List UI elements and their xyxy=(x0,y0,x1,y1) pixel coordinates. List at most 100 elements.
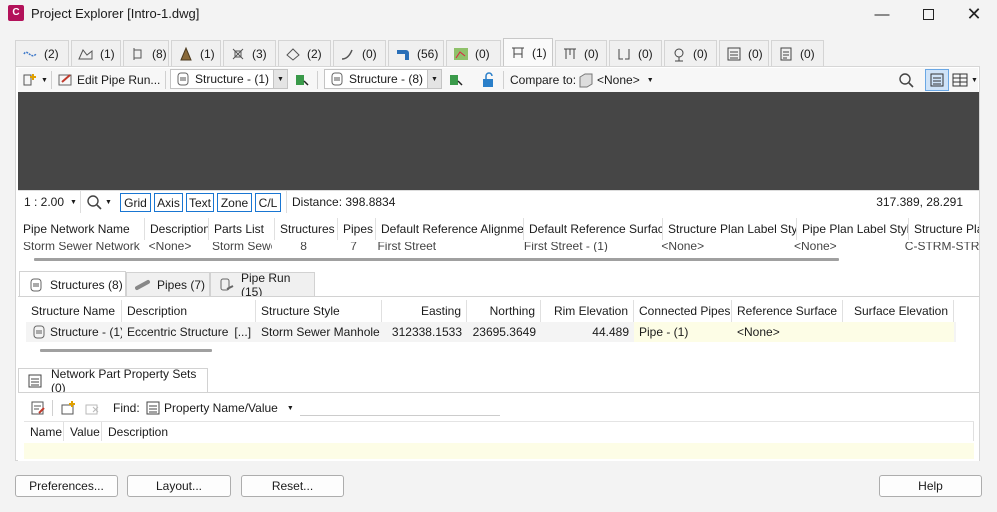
column-header[interactable]: Description xyxy=(102,422,974,441)
tab-corridor[interactable]: (1) xyxy=(171,40,221,66)
property-sets-tab[interactable]: Network Part Property Sets (0) xyxy=(18,367,208,395)
alignment-icon xyxy=(22,46,38,62)
table-cell: Storm Sewer xyxy=(212,242,272,252)
chevron-down-icon: ▼ xyxy=(286,404,294,412)
column-header[interactable]: Pipe Plan Label Style xyxy=(797,218,909,240)
minimize-button[interactable]: — xyxy=(859,0,905,28)
tab-feature-lines[interactable]: (3) xyxy=(223,40,276,66)
tab-survey[interactable]: (0) xyxy=(664,40,717,66)
tab-count: (8) xyxy=(152,46,167,61)
property-list-icon xyxy=(145,400,161,416)
grid-toggle[interactable]: Grid xyxy=(120,193,151,212)
table-cell: <None> xyxy=(732,322,843,342)
tab-pipe-network[interactable]: (1) xyxy=(503,38,553,66)
layout-button[interactable]: Layout... xyxy=(127,475,231,497)
tab-structure-network[interactable]: (0) xyxy=(555,40,607,66)
column-header[interactable]: Default Reference Surface xyxy=(524,218,663,240)
structure-select-a[interactable]: Structure - (1) ▼ xyxy=(170,69,288,89)
column-header[interactable]: Structure Plan Label Style xyxy=(663,218,797,240)
tab-profile[interactable]: (1) xyxy=(71,40,121,66)
column-header[interactable]: Default Reference Alignment xyxy=(376,218,524,240)
tab-pipe-run[interactable]: (0) xyxy=(609,40,662,66)
scale-dropdown[interactable]: 1 : 2.00 ▼ xyxy=(24,195,77,209)
tab-count: (1) xyxy=(532,45,547,60)
list-view-button[interactable] xyxy=(925,69,949,91)
tab-pipe[interactable]: (0) xyxy=(333,40,386,66)
column-header[interactable]: Parts List xyxy=(209,218,275,240)
pressure-network-icon xyxy=(395,46,411,62)
column-header[interactable]: Structure Name xyxy=(26,300,122,322)
unlock-icon xyxy=(480,72,496,88)
add-property-set-button[interactable] xyxy=(60,397,76,419)
column-header[interactable]: Structure Pla xyxy=(909,218,979,240)
tab-pipe-run[interactable]: Pipe Run (15) xyxy=(210,271,315,299)
close-button[interactable]: ✕ xyxy=(951,0,997,28)
structure-select-a-value: Structure - (1) xyxy=(195,72,270,86)
table-cell xyxy=(843,322,954,342)
column-header[interactable]: Structures xyxy=(275,218,338,240)
profile-viewer[interactable] xyxy=(18,92,979,190)
tab-list[interactable]: (0) xyxy=(719,40,769,66)
column-header[interactable]: Easting xyxy=(382,300,467,322)
structure-select-b[interactable]: Structure - (8) ▼ xyxy=(324,69,442,89)
column-header[interactable]: Description xyxy=(145,218,209,240)
zoom-to-structure-a-button[interactable] xyxy=(294,69,310,91)
preferences-button[interactable]: Preferences... xyxy=(15,475,118,497)
column-header[interactable]: Value xyxy=(64,422,102,441)
reset-button[interactable]: Reset... xyxy=(241,475,344,497)
centerline-toggle[interactable]: C/L xyxy=(255,193,281,212)
column-header[interactable]: Structure Style xyxy=(256,300,382,322)
column-header[interactable]: Northing xyxy=(467,300,541,322)
view-options-button[interactable]: ▼ xyxy=(952,69,978,91)
find-input[interactable] xyxy=(300,398,500,416)
zoom-dropdown[interactable]: ▼ xyxy=(86,194,112,210)
tab-surface[interactable]: (2) xyxy=(278,40,331,66)
tab-sample-lines[interactable]: (8) xyxy=(123,40,169,66)
column-header[interactable]: Pipes xyxy=(338,218,376,240)
column-header[interactable]: Name xyxy=(24,422,64,441)
column-header[interactable]: Connected Pipes xyxy=(634,300,732,322)
compare-to-value: <None> xyxy=(597,73,640,87)
tab-catchment[interactable]: (0) xyxy=(446,40,501,66)
horizontal-scrollbar[interactable] xyxy=(40,349,212,352)
tab-pressure-network[interactable]: (56) xyxy=(388,40,444,66)
horizontal-scrollbar[interactable] xyxy=(34,258,839,261)
axis-toggle[interactable]: Axis xyxy=(154,193,183,212)
tab-alignment[interactable]: (2) xyxy=(15,40,69,66)
column-header[interactable]: Rim Elevation xyxy=(541,300,634,322)
zone-toggle[interactable]: Zone xyxy=(217,193,252,212)
search-button[interactable] xyxy=(898,69,914,91)
unlock-button[interactable] xyxy=(480,69,496,91)
table-cell: C-STRM-STR xyxy=(904,242,979,252)
maximize-button[interactable] xyxy=(905,0,951,28)
remove-property-icon xyxy=(84,400,100,416)
column-header[interactable]: Description xyxy=(122,300,256,322)
tab-pipes[interactable]: Pipes (7) xyxy=(126,272,210,296)
zoom-to-structure-b-button[interactable] xyxy=(448,69,464,91)
edit-property-set-button[interactable] xyxy=(30,397,46,419)
tab-structures[interactable]: Structures (8) xyxy=(19,271,126,297)
coordinate-readout: 317.389, 28.291 xyxy=(876,195,963,209)
table-cell: Pipe - (1) xyxy=(634,322,732,342)
feature-lines-icon xyxy=(230,46,246,62)
help-button[interactable]: Help xyxy=(879,475,982,497)
property-sets-empty-row[interactable] xyxy=(24,443,974,459)
report-icon xyxy=(778,46,794,62)
tab-count: (0) xyxy=(584,46,599,61)
column-header[interactable]: Surface Elevation xyxy=(843,300,954,322)
remove-property-set-button[interactable] xyxy=(84,397,100,419)
tab-report[interactable]: (0) xyxy=(771,40,824,66)
compare-to-dropdown[interactable]: <None> ▼ xyxy=(578,69,654,91)
new-object-button[interactable]: ▼ xyxy=(22,69,48,91)
table-row[interactable]: Structure - (1) Eccentric Structure [...] S… xyxy=(26,322,956,342)
column-header[interactable]: Reference Surface xyxy=(732,300,843,322)
zoom-to-object-icon xyxy=(294,72,310,88)
text-toggle[interactable]: Text xyxy=(186,193,214,212)
table-row[interactable]: Storm Sewer Network <None> Storm Sewer 8 7 Fi… xyxy=(18,242,979,252)
find-field-dropdown[interactable]: Property Name/Value ▼ xyxy=(145,397,294,419)
column-header[interactable]: Pipe Network Name xyxy=(18,218,145,240)
edit-description-button[interactable]: [...] xyxy=(234,325,251,339)
catchment-icon xyxy=(453,46,469,62)
edit-pipe-run-button[interactable]: Edit Pipe Run... xyxy=(58,69,160,91)
zoom-icon xyxy=(86,194,102,210)
